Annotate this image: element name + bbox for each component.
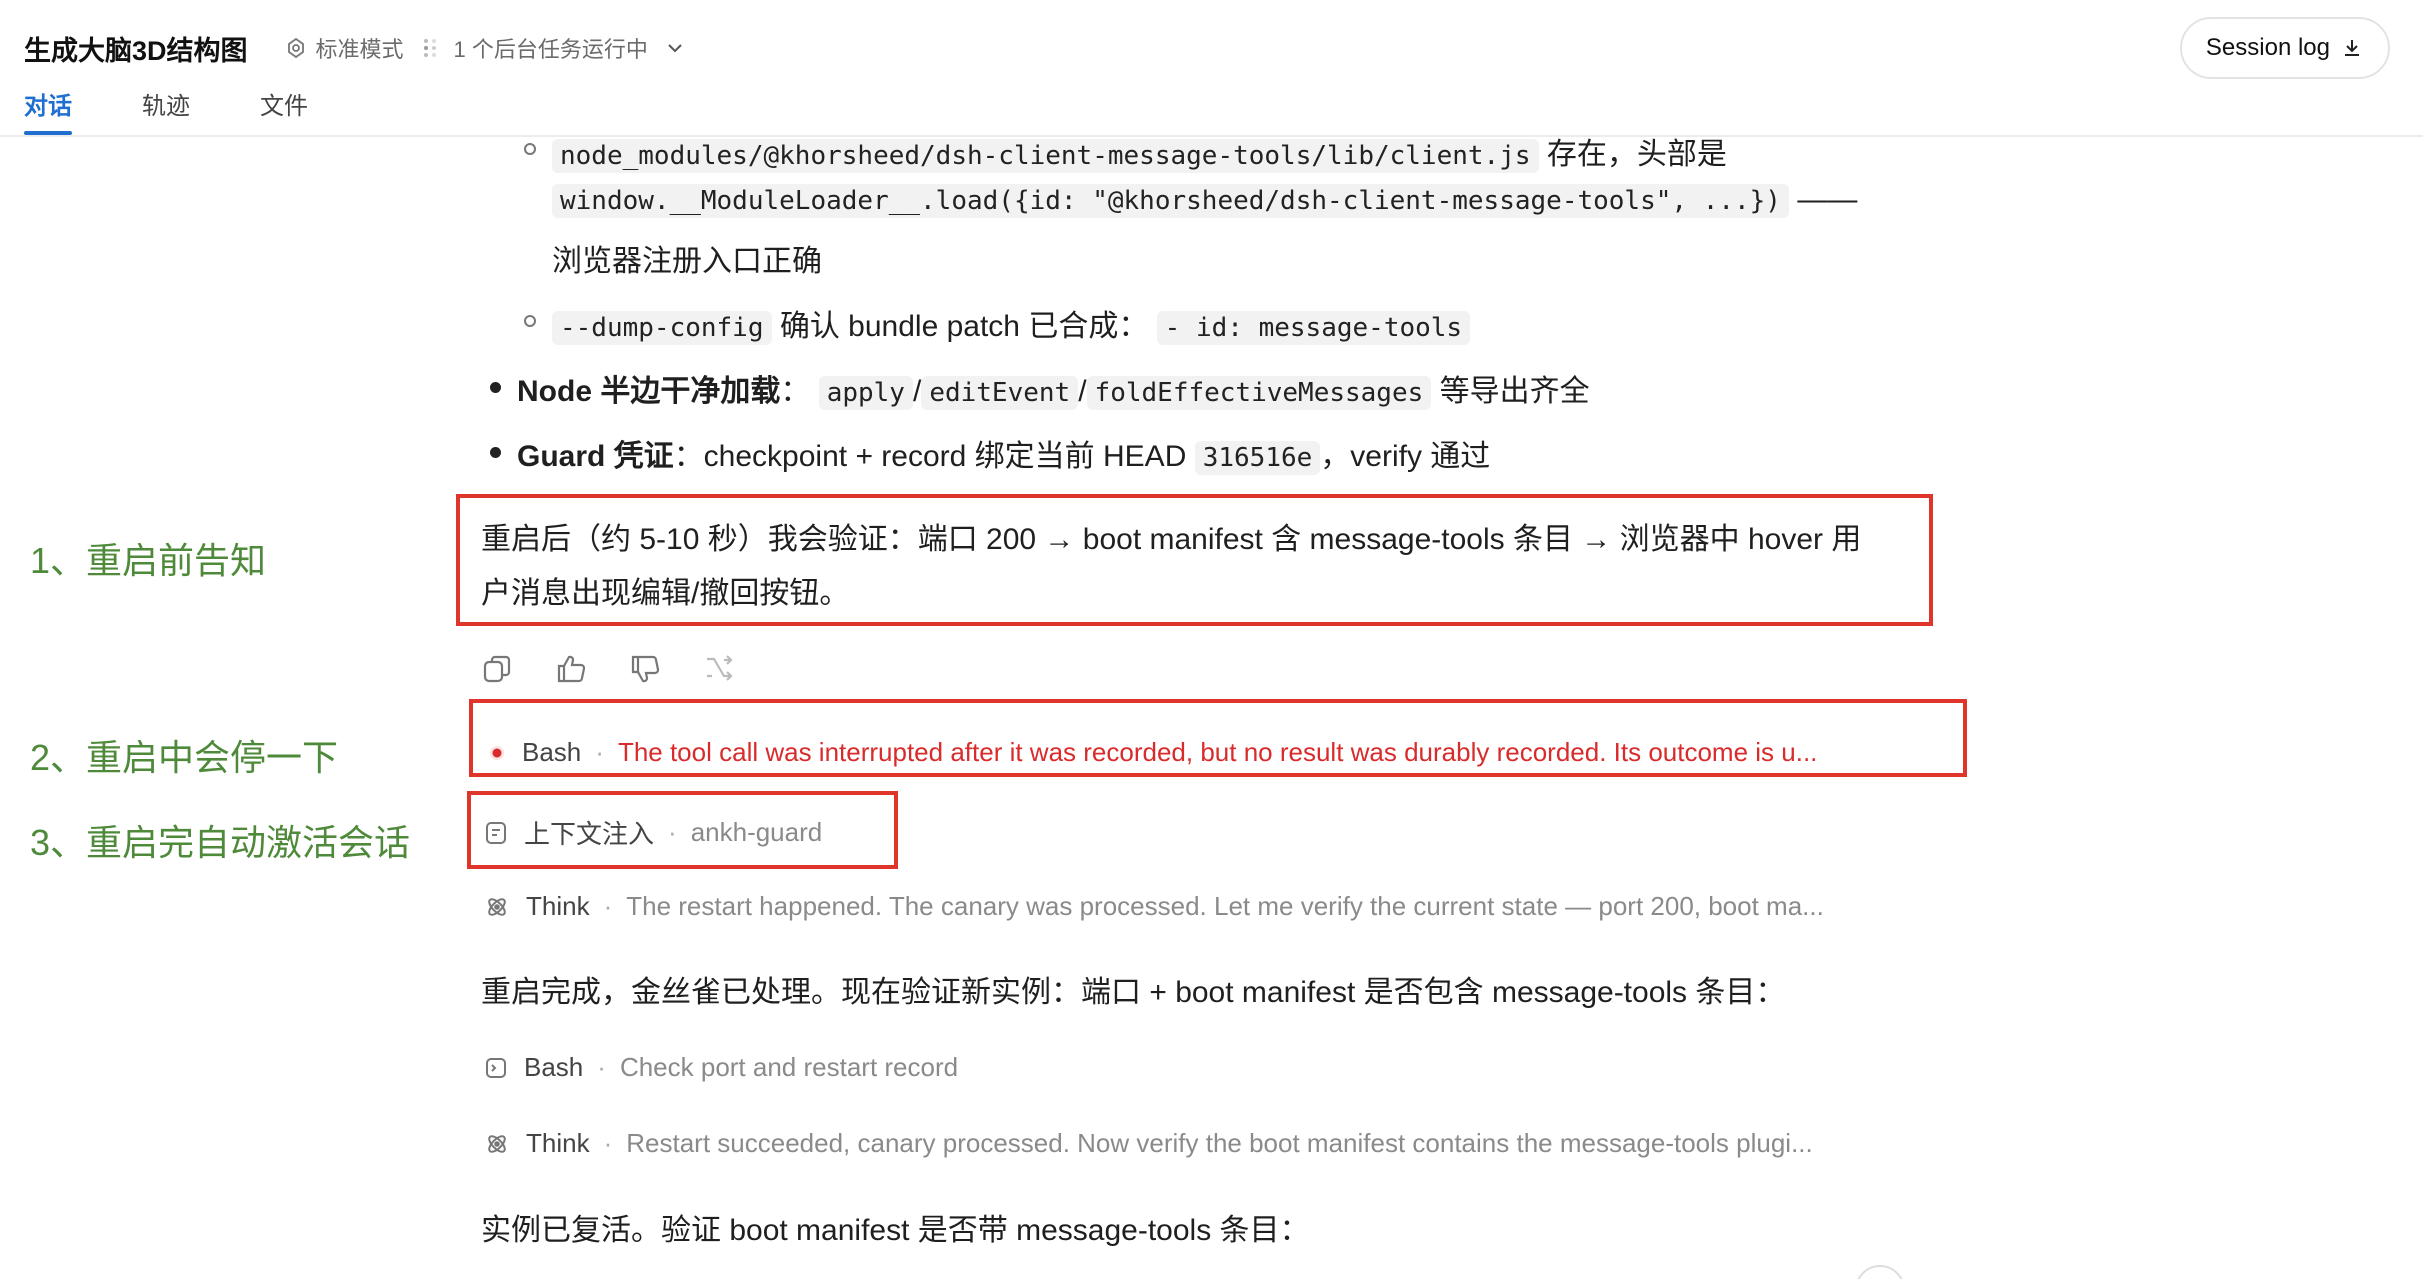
separator: · [603,1128,613,1158]
inline-code: editEvent [921,376,1079,410]
think-summary: Restart succeeded, canary processed. Now… [626,1128,1813,1158]
tab-bar: 对话 轨迹 文件 [24,86,378,135]
tool-call-bash[interactable]: Bash · Check port and restart record [484,1052,958,1083]
inline-code: 316516e [1194,441,1321,475]
bullet-guard: Guard 凭证：checkpoint + record 绑定当前 HEAD 3… [517,431,1490,475]
inline-code: window.__ModuleLoader__.load({id: "@khor… [552,184,1789,218]
content-line-4: --dump-config 确认 bundle patch 已合成： - id:… [552,301,1471,345]
think-icon [484,894,510,920]
inline-code: node_modules/@khorsheed/dsh-client-messa… [552,139,1539,173]
bullet-marker [490,447,501,458]
chevron-down-icon [668,44,682,53]
branch-icon [707,655,733,681]
inline-code: - id: message-tools [1156,311,1471,345]
content-line-1: node_modules/@khorsheed/dsh-client-messa… [552,137,1727,173]
download-icon [2345,40,2359,56]
thumbs-down-button[interactable] [628,652,662,686]
inline-code: foldEffectiveMessages [1086,376,1432,410]
tool-name: Think [526,1128,590,1158]
top-header: 生成大脑3D结构图 标准模式 1 个后台任务运行中 Session log 对话… [0,0,2423,137]
bold-label: Guard 凭证 [517,440,674,473]
assistant-paragraph-1: 重启完成，金丝雀已处理。现在验证新实例：端口 + boot manifest 是… [481,976,1786,1009]
tab-files[interactable]: 文件 [260,86,308,135]
thumbs-up-button[interactable] [554,652,588,686]
text-span: 存在，头部是 [1546,138,1727,171]
text-span: / [1078,375,1087,408]
tool-name: Think [526,891,590,921]
inline-code: apply [818,376,913,410]
annotation-box-2 [469,699,1967,777]
chat-content: node_modules/@khorsheed/dsh-client-messa… [0,137,2423,1279]
conversation-title[interactable]: 生成大脑3D结构图 [24,29,248,68]
message-actions [480,652,776,686]
branch-button[interactable] [702,652,736,686]
scroll-button[interactable] [1855,1265,1905,1279]
text-span: ：checkpoint + record 绑定当前 HEAD [673,440,1187,473]
annotation-label-2: 2、重启中会停一下 [30,737,339,778]
annotation-label-3: 3、重启完自动激活会话 [30,822,411,863]
bullet-node: Node 半边干净加载： apply / editEvent / foldEffecti… [517,366,1590,410]
terminal-icon [484,1056,508,1080]
sub-bullet-marker [524,143,536,155]
annotation-box-1 [456,494,1933,626]
mode-indicator[interactable]: 标准模式 [284,32,404,64]
think-row-1[interactable]: Think · The restart happened. The canary… [484,891,1824,922]
bullet-marker [490,382,501,393]
thumbs-down-icon [631,655,660,683]
annotation-label-1: 1、重启前告知 [30,540,267,581]
annotation-box-3 [467,791,898,869]
session-log-label: Session log [2205,34,2330,61]
text-span: 等导出齐全 [1439,375,1590,408]
separator: · [603,891,613,921]
text-span: ： [780,375,811,408]
tab-trajectory[interactable]: 轨迹 [142,86,190,135]
text-span: ，verify 通过 [1320,440,1491,473]
think-summary: The restart happened. The canary was pro… [626,891,1824,921]
thumbs-up-icon [557,655,586,683]
spinner-icon [423,39,436,57]
bold-label: Node 半边干净加载 [517,375,781,408]
tab-conversation[interactable]: 对话 [24,86,72,135]
content-line-3: 浏览器注册入口正确 [552,245,822,278]
session-log-button[interactable]: Session log [2179,17,2390,79]
mode-label: 标准模式 [315,37,404,62]
think-row-2[interactable]: Think · Restart succeeded, canary proces… [484,1128,1813,1159]
tool-description: Check port and restart record [619,1052,959,1082]
background-tasks-label: 1 个后台任务运行中 [453,37,648,62]
copy-icon [483,655,511,683]
sub-bullet-marker [524,315,536,327]
tool-name: Bash [524,1052,584,1082]
title-row: 生成大脑3D结构图 标准模式 1 个后台任务运行中 [24,28,686,68]
separator: · [597,1052,606,1082]
text-span: 确认 bundle patch 已合成： [779,310,1149,343]
content-line-2: window.__ModuleLoader__.load({id: "@khor… [552,183,1858,218]
assistant-paragraph-2: 实例已复活。验证 boot manifest 是否带 message-tools… [481,1214,1310,1247]
background-tasks-dropdown[interactable]: 1 个后台任务运行中 [422,32,686,64]
copy-button[interactable] [480,652,514,686]
mode-icon [287,37,304,59]
think-icon [484,1131,510,1157]
inline-code: --dump-config [552,311,772,345]
text-span: —— [1797,183,1858,216]
